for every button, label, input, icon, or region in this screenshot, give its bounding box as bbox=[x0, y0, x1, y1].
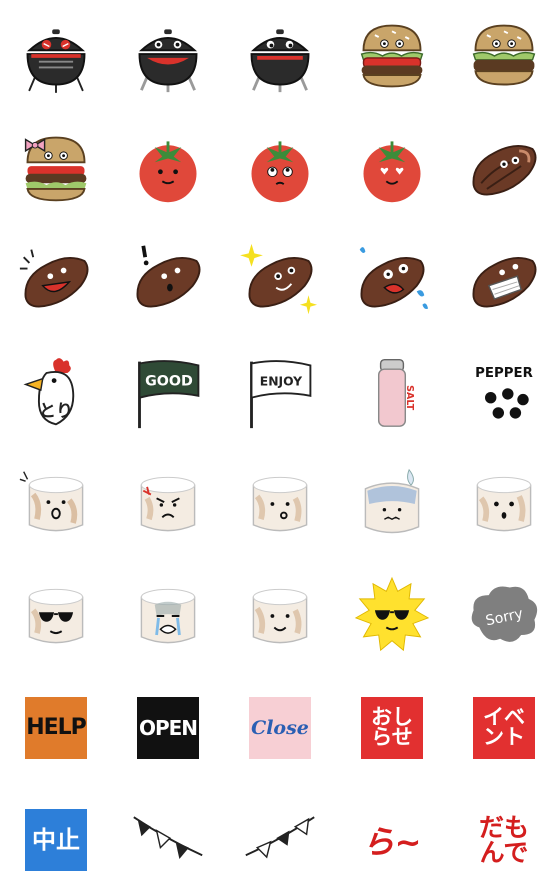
close-label: Close bbox=[251, 716, 309, 739]
enjoy-label: ENJOY bbox=[260, 374, 303, 388]
sticker-steak-panic[interactable] bbox=[336, 224, 448, 336]
sticker-grill-angry[interactable] bbox=[0, 0, 112, 112]
sticker-enjoy-flag[interactable]: ENJOY bbox=[224, 336, 336, 448]
sticker-marshmallow-oh[interactable] bbox=[448, 448, 560, 560]
steak-icon bbox=[359, 247, 429, 309]
sticker-steak-happy[interactable] bbox=[448, 112, 560, 224]
sticker-tomato-smile[interactable] bbox=[112, 112, 224, 224]
chushi-label: 中止 bbox=[32, 825, 80, 854]
sticker-burger-plain[interactable] bbox=[336, 0, 448, 112]
tomato-icon bbox=[251, 141, 309, 203]
pepper-label: PEPPER bbox=[475, 366, 533, 381]
burger-icon bbox=[472, 24, 536, 86]
damonde-line2: んで bbox=[479, 838, 529, 867]
salt-shaker-icon: SALT bbox=[377, 358, 415, 427]
flag-icon: ENJOY bbox=[250, 360, 312, 429]
steak-icon bbox=[472, 145, 537, 196]
marshmallow-icon bbox=[252, 476, 308, 532]
sticker-open[interactable]: OPEN bbox=[112, 672, 224, 784]
help-label: HELP bbox=[26, 714, 87, 740]
oshirase-sign: おし らせ bbox=[361, 697, 423, 759]
close-sign: Close bbox=[249, 697, 311, 759]
event-line2: ント bbox=[483, 725, 525, 749]
sticker-grill-smirk[interactable] bbox=[224, 0, 336, 112]
sticker-burger-blush[interactable] bbox=[448, 0, 560, 112]
sticker-marshmallow-smile[interactable] bbox=[224, 560, 336, 672]
sticker-bunting-left[interactable] bbox=[112, 784, 224, 896]
sticker-help[interactable]: HELP bbox=[0, 672, 112, 784]
sticker-marshmallow-drip[interactable] bbox=[336, 448, 448, 560]
su-label: ら~ bbox=[362, 823, 422, 861]
sticker-tomato-worried[interactable] bbox=[224, 112, 336, 224]
sticker-salt[interactable]: SALT bbox=[336, 336, 448, 448]
sticker-marshmallow-angry[interactable] bbox=[112, 448, 224, 560]
sticker-pepper[interactable]: PEPPER bbox=[448, 336, 560, 448]
sun-icon bbox=[354, 576, 430, 652]
sticker-event[interactable]: イベ ント bbox=[448, 672, 560, 784]
grill-icon bbox=[250, 29, 310, 93]
good-label: GOOD bbox=[145, 373, 193, 389]
steak-icon bbox=[240, 243, 318, 315]
sticker-steak-laugh[interactable] bbox=[0, 224, 112, 336]
steak-icon bbox=[19, 249, 89, 308]
damonde-text: だも んで bbox=[479, 815, 529, 865]
chicken-icon: とり bbox=[23, 358, 75, 426]
burger-icon bbox=[24, 136, 87, 202]
marshmallow-icon bbox=[364, 468, 420, 534]
burger-icon bbox=[360, 24, 424, 88]
marshmallow-icon bbox=[476, 476, 532, 532]
sticker-marshmallow-cry[interactable] bbox=[112, 560, 224, 672]
sticker-marshmallow-cool[interactable] bbox=[0, 560, 112, 672]
sticker-sorry[interactable]: Sorry bbox=[448, 560, 560, 672]
sticker-grill-happy[interactable] bbox=[112, 0, 224, 112]
sticker-close[interactable]: Close bbox=[224, 672, 336, 784]
sticker-tomato-hearts[interactable] bbox=[336, 112, 448, 224]
marshmallow-icon bbox=[140, 476, 196, 532]
sticker-burger-bow[interactable] bbox=[0, 112, 112, 224]
tori-label: とり bbox=[39, 402, 73, 422]
help-sign: HELP bbox=[25, 697, 87, 759]
grill-icon bbox=[26, 29, 86, 94]
sticker-marshmallow-whistle[interactable] bbox=[224, 448, 336, 560]
marshmallow-icon bbox=[252, 588, 308, 644]
salt-label: SALT bbox=[404, 385, 415, 411]
event-sign: イベ ント bbox=[473, 697, 535, 759]
steak-icon bbox=[472, 257, 537, 308]
sticker-good-flag[interactable]: GOOD bbox=[112, 336, 224, 448]
sticker-chushi[interactable]: 中止 bbox=[0, 784, 112, 896]
damonde-line1: だも bbox=[478, 813, 529, 842]
sticker-oshirase[interactable]: おし らせ bbox=[336, 672, 448, 784]
sticker-steak-surprise[interactable] bbox=[112, 224, 224, 336]
tomato-icon bbox=[139, 141, 197, 203]
marshmallow-icon bbox=[140, 588, 196, 644]
sticker-marshmallow-shock[interactable] bbox=[0, 448, 112, 560]
oshirase-line2: らせ bbox=[371, 725, 413, 749]
sticker-su[interactable]: ら~ bbox=[336, 784, 448, 896]
sticker-damonde[interactable]: だも んで bbox=[448, 784, 560, 896]
bunting-icon bbox=[133, 816, 203, 859]
open-label: OPEN bbox=[138, 715, 198, 740]
flag-icon: GOOD bbox=[138, 360, 200, 429]
sticker-sun-cool[interactable] bbox=[336, 560, 448, 672]
grill-icon bbox=[138, 29, 198, 93]
sticker-steak-sparkle[interactable] bbox=[224, 224, 336, 336]
sticker-bunting-right[interactable] bbox=[224, 784, 336, 896]
cloud-icon: Sorry bbox=[471, 586, 538, 642]
bunting-icon bbox=[245, 816, 315, 859]
tomato-icon bbox=[363, 141, 421, 203]
open-sign: OPEN bbox=[137, 697, 199, 759]
sparkle-icon bbox=[240, 243, 263, 267]
sticker-sheet: とり GOOD ENJOY SALT PEPPER Sorry HELP OPE… bbox=[0, 0, 560, 896]
marshmallow-icon bbox=[28, 588, 84, 644]
chushi-sign: 中止 bbox=[25, 809, 87, 871]
sticker-tori[interactable]: とり bbox=[0, 336, 112, 448]
steak-icon bbox=[136, 245, 201, 308]
sticker-steak-mask[interactable] bbox=[448, 224, 560, 336]
marshmallow-icon bbox=[19, 471, 84, 532]
pepper-icon: PEPPER bbox=[475, 366, 533, 419]
